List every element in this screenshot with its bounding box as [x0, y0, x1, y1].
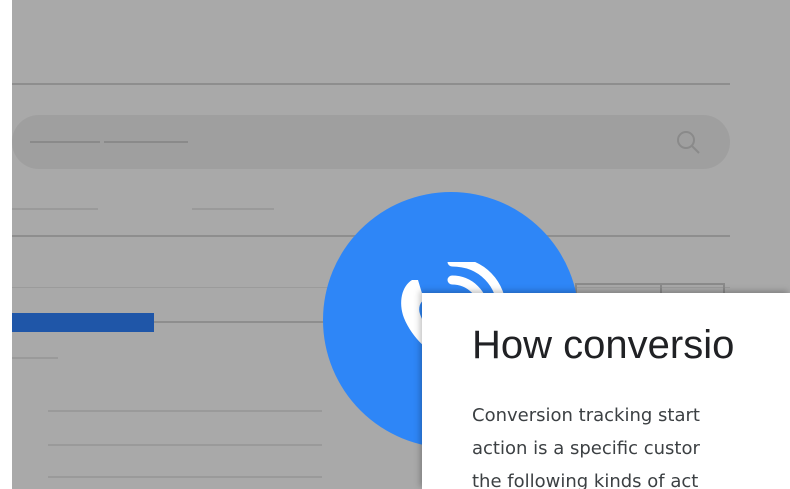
text-placeholder [30, 141, 100, 143]
text-placeholder [104, 141, 188, 143]
card-title: How conversio [472, 323, 735, 367]
body-line: Conversion tracking start [472, 405, 700, 426]
text-placeholder [48, 444, 322, 446]
text-placeholder [12, 357, 58, 359]
body-line: action is a specific custor [472, 438, 700, 459]
search-icon [677, 131, 700, 154]
text-placeholder [48, 410, 322, 412]
info-card: How conversio Conversion tracking start … [422, 293, 790, 489]
text-placeholder [48, 476, 322, 478]
card-body: Conversion tracking start action is a sp… [472, 399, 790, 489]
divider [12, 83, 730, 85]
progress-bar-placeholder [12, 313, 154, 332]
tutorial-illustration: How conversio Conversion tracking start … [0, 0, 790, 489]
search-bar-placeholder [12, 115, 730, 169]
text-placeholder [192, 208, 274, 210]
divider [154, 321, 324, 323]
text-placeholder [12, 208, 98, 210]
body-line: the following kinds of act [472, 471, 699, 489]
